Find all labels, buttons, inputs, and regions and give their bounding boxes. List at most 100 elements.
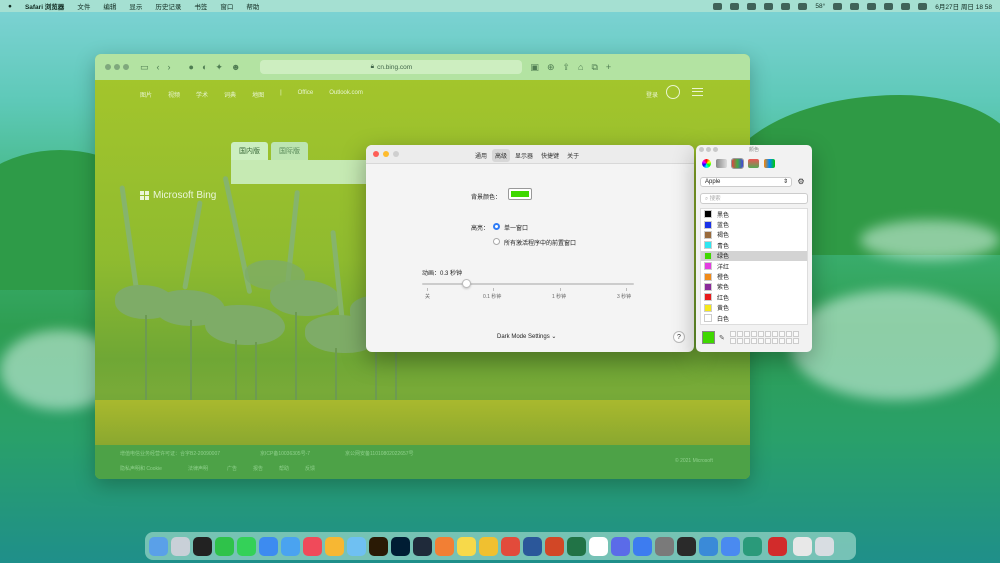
finder-icon[interactable] <box>149 536 168 556</box>
qq-icon[interactable] <box>193 536 212 556</box>
color-list-item[interactable]: 黄色 <box>701 303 807 313</box>
color-list-item[interactable]: 黑色 <box>701 209 807 219</box>
system-prefs-icon[interactable] <box>655 536 674 556</box>
radio-all-front[interactable] <box>493 238 500 245</box>
tencent-video-icon[interactable] <box>479 536 498 556</box>
gear-icon[interactable]: ⚙ <box>796 177 806 187</box>
trash-icon[interactable] <box>815 536 834 556</box>
download-icon[interactable]: ⊕ <box>547 62 555 73</box>
empty-swatch[interactable] <box>730 338 736 344</box>
extension-icon[interactable]: ✦ <box>215 62 223 73</box>
apple-menu-icon[interactable]: ● <box>8 3 12 10</box>
footer-legal[interactable]: 法律声明 <box>188 465 208 472</box>
chrome-icon[interactable] <box>501 536 520 556</box>
illustrator-icon[interactable] <box>369 536 388 556</box>
animation-slider[interactable] <box>422 283 634 285</box>
eyedropper-icon[interactable]: ✎ <box>719 334 725 342</box>
close-button[interactable] <box>699 147 704 152</box>
tab-shortcuts[interactable]: 快捷键 <box>538 149 562 162</box>
color-list-item[interactable]: 蓝色 <box>701 219 807 229</box>
menu-view[interactable]: 显示 <box>129 1 142 11</box>
search-icon[interactable] <box>901 2 911 10</box>
footer-help[interactable]: 帮助 <box>279 465 289 472</box>
empty-swatch[interactable] <box>765 338 771 344</box>
claquette-icon[interactable] <box>435 536 454 556</box>
empty-swatch[interactable] <box>765 331 771 337</box>
weather-temp[interactable]: 58° <box>815 3 825 10</box>
empty-swatch[interactable] <box>779 338 785 344</box>
dict-icon[interactable] <box>611 536 630 556</box>
wifi-icon[interactable] <box>884 2 894 10</box>
sidebar-icon[interactable]: ▭ <box>140 62 149 73</box>
footer-police[interactable]: 京公网安备11010802022657号 <box>345 450 414 457</box>
tab-advanced[interactable]: 高级 <box>492 149 511 162</box>
tabs-overview-icon[interactable]: ⧉ <box>591 62 597 73</box>
volume-icon[interactable] <box>850 2 860 10</box>
color-palettes-icon[interactable] <box>731 158 744 169</box>
tab-china[interactable]: 国内版 <box>231 142 268 160</box>
color-list-item[interactable]: 白色 <box>701 313 807 323</box>
menu-history[interactable]: 历史记录 <box>155 1 181 11</box>
empty-swatch[interactable] <box>737 331 743 337</box>
menu-bookmarks[interactable]: 书签 <box>194 1 207 11</box>
zoom-button[interactable] <box>393 151 399 157</box>
color-sliders-icon[interactable] <box>716 159 727 168</box>
empty-swatch[interactable] <box>786 331 792 337</box>
netease-music-icon[interactable] <box>768 536 787 556</box>
control-center-icon[interactable] <box>918 2 928 10</box>
empty-swatch[interactable] <box>737 338 743 344</box>
edge-icon[interactable] <box>743 536 762 556</box>
search-input[interactable] <box>231 160 373 184</box>
photos-icon[interactable] <box>325 536 344 556</box>
word-icon[interactable] <box>523 536 542 556</box>
color-list-item[interactable]: 红色 <box>701 292 807 302</box>
empty-swatch[interactable] <box>793 338 799 344</box>
mail-icon[interactable] <box>259 536 278 556</box>
empty-swatch[interactable] <box>758 338 764 344</box>
pencils-icon[interactable] <box>764 159 775 168</box>
excel-icon[interactable] <box>567 536 586 556</box>
messages-icon[interactable] <box>237 536 256 556</box>
close-button[interactable] <box>373 151 379 157</box>
feishu-icon[interactable] <box>721 536 740 556</box>
tab-international[interactable]: 国际版 <box>271 142 308 160</box>
help-button[interactable]: ? <box>673 331 685 343</box>
dark-mode-settings-button[interactable]: Dark Mode Settings ⌄ <box>497 333 556 340</box>
shield-icon[interactable]: ◐ <box>202 62 207 72</box>
share-icon[interactable]: ⇪ <box>562 62 570 73</box>
bg-color-well[interactable] <box>508 188 532 200</box>
address-bar[interactable]: 🔒︎ cn.bing.com <box>260 60 523 74</box>
clock[interactable]: 6月27日 周日 18 58 <box>935 1 992 11</box>
empty-swatch[interactable] <box>744 331 750 337</box>
empty-swatch[interactable] <box>772 338 778 344</box>
zoom-button[interactable] <box>713 147 718 152</box>
empty-swatch[interactable] <box>793 331 799 337</box>
footer-icp[interactable]: 京ICP备10036305号-7 <box>260 450 310 457</box>
color-list-item[interactable]: 紫色 <box>701 282 807 292</box>
color-list-item[interactable]: 洋红 <box>701 261 807 271</box>
tray-icon[interactable] <box>781 2 791 10</box>
empty-swatch[interactable] <box>751 338 757 344</box>
image-palettes-icon[interactable] <box>748 159 759 168</box>
close-button[interactable] <box>105 64 111 70</box>
notes-icon[interactable] <box>457 536 476 556</box>
empty-swatch[interactable] <box>751 331 757 337</box>
minimize-button[interactable] <box>706 147 711 152</box>
menu-help[interactable]: 帮助 <box>246 1 259 11</box>
tray-icon[interactable] <box>747 2 757 10</box>
menu-file[interactable]: 文件 <box>77 1 90 11</box>
photoshop-icon[interactable] <box>391 536 410 556</box>
pycharm-icon[interactable] <box>413 536 432 556</box>
forward-icon[interactable]: › <box>168 62 171 72</box>
color-wheel-icon[interactable] <box>702 159 711 168</box>
bot-icon[interactable]: ☻ <box>231 62 240 72</box>
reader-icon[interactable]: ▣ <box>530 62 539 73</box>
files-icon[interactable] <box>793 536 812 556</box>
powerpoint-icon[interactable] <box>545 536 564 556</box>
tab-about[interactable]: 关于 <box>564 149 582 162</box>
empty-swatch[interactable] <box>772 331 778 337</box>
calendar-icon[interactable] <box>589 536 608 556</box>
footer-report[interactable]: 报告 <box>253 465 263 472</box>
footer-privacy[interactable]: 隐私声明和 Cookie <box>120 465 162 472</box>
privacy-icon[interactable]: ● <box>189 62 194 72</box>
